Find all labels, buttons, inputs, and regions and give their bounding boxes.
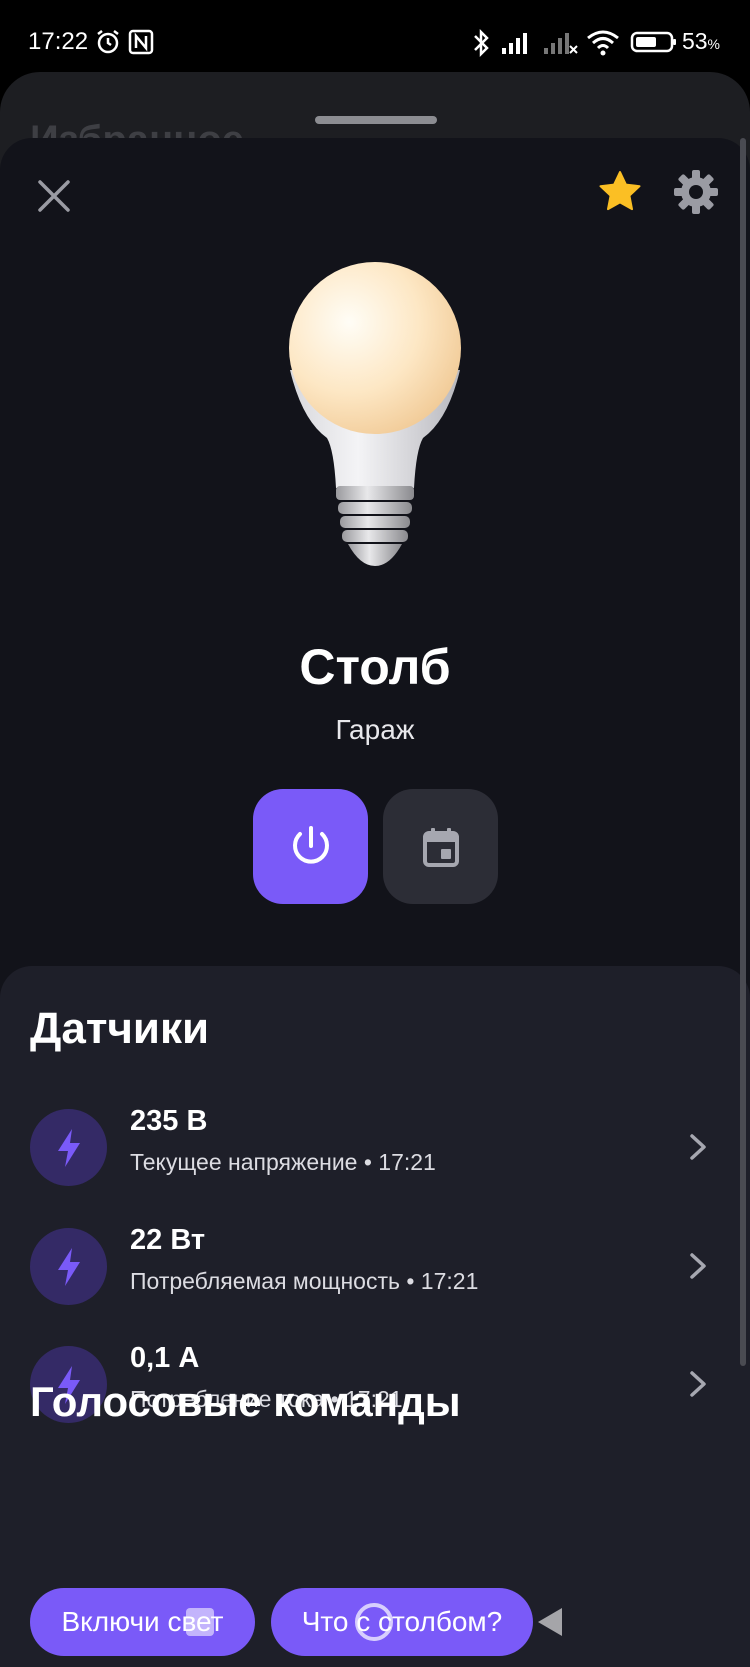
signal-icon (502, 33, 527, 54)
scrollbar[interactable] (740, 138, 746, 1366)
battery-icon (630, 31, 676, 53)
voice-commands-title: Голосовые команды (30, 1378, 461, 1425)
sensor-value: 22 Вт (130, 1224, 206, 1256)
signal-no-service-icon (544, 33, 578, 54)
power-icon (292, 825, 329, 864)
battery-percent: 53% (681, 28, 720, 54)
device-name: Столб (299, 639, 451, 695)
close-icon[interactable] (32, 174, 76, 218)
lightning-icon (30, 1228, 107, 1305)
gear-icon[interactable] (672, 168, 720, 216)
light-bulb-image (289, 262, 461, 566)
device-sheet: Столб Гараж Датчики 235 В Текущее напряж… (0, 138, 750, 1667)
device-room: Гараж (335, 714, 415, 745)
sheet-grab-handle[interactable] (315, 116, 437, 124)
sensor-label: Текущее напряжение • 17:21 (130, 1149, 436, 1175)
status-time: 17:22 (28, 28, 89, 55)
schedule-button[interactable] (383, 789, 498, 904)
lightning-icon (30, 1109, 107, 1186)
calendar-icon (422, 827, 459, 867)
chevron-right-icon (690, 1253, 706, 1279)
sensor-value: 235 В (130, 1105, 208, 1137)
voice-command-chip-light-on[interactable]: Включи свет (30, 1588, 255, 1656)
sensors-title: Датчики (30, 1004, 210, 1053)
bluetooth-icon (474, 28, 489, 58)
favorite-star-icon[interactable] (596, 168, 644, 216)
sensor-label: Потребляемая мощность • 17:21 (130, 1268, 479, 1294)
nfc-icon (128, 29, 154, 55)
chevron-right-icon (690, 1134, 706, 1160)
power-toggle-button[interactable] (253, 789, 368, 904)
alarm-icon (97, 30, 119, 54)
sensor-value: 0,1 А (130, 1342, 200, 1374)
chevron-right-icon (690, 1371, 706, 1397)
sensors-panel: Датчики 235 В Текущее напряжение • 17:21… (0, 966, 750, 1667)
sensor-row-voltage[interactable]: 235 В Текущее напряжение • 17:21 (0, 1097, 750, 1197)
wifi-icon (587, 30, 619, 56)
sensor-row-power[interactable]: 22 Вт Потребляемая мощность • 17:21 (0, 1216, 750, 1316)
voice-command-chip-pole-status[interactable]: Что с столбом? (271, 1588, 533, 1656)
